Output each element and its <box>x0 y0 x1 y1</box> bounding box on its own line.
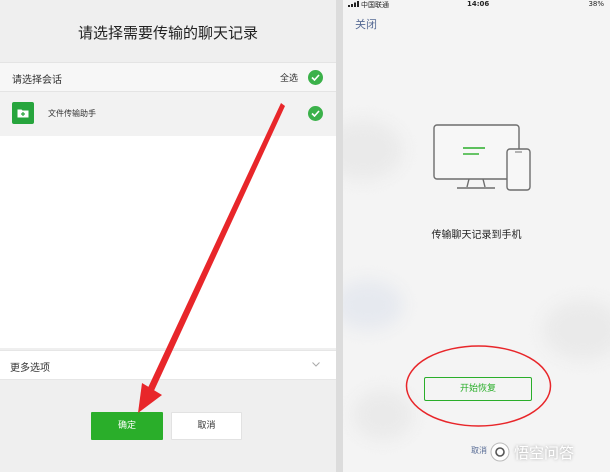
more-options-row[interactable]: 更多选项 <box>0 350 336 380</box>
background-blur <box>343 280 403 330</box>
signal-icon <box>348 1 359 7</box>
background-blur <box>543 300 610 360</box>
section-header: 请选择会话 全选 <box>0 62 336 92</box>
more-options-label: 更多选项 <box>10 363 50 374</box>
transfer-description: 传输聊天记录到手机 <box>431 230 522 241</box>
background-blur <box>343 120 403 180</box>
section-label: 请选择会话 <box>12 75 62 86</box>
carrier-name: 中国联通 <box>361 1 389 9</box>
computer-phone-icon <box>433 124 531 191</box>
folder-icon <box>12 102 34 124</box>
chevron-down-icon <box>312 362 320 367</box>
watermark-text: 悟空问答 <box>514 444 575 462</box>
phone-screen: 中国联通 14:06 38% 关闭 传输聊天记录到手机 开始恢复 取消 <box>343 0 610 472</box>
confirm-button[interactable]: 确定 <box>91 412 163 440</box>
chat-name: 文件传输助手 <box>48 109 96 118</box>
cancel-link[interactable]: 取消 <box>471 445 487 456</box>
panel-divider <box>336 0 343 472</box>
close-link[interactable]: 关闭 <box>355 16 377 32</box>
chat-checkbox[interactable] <box>308 106 323 121</box>
chat-list: 文件传输助手 <box>0 92 336 348</box>
cancel-button[interactable]: 取消 <box>171 412 242 440</box>
chat-row[interactable]: 文件传输助手 <box>0 92 336 136</box>
dialog-title: 请选择需要传输的聊天记录 <box>77 24 258 42</box>
watermark-logo-icon <box>490 442 510 462</box>
battery-level: 38% <box>588 0 604 8</box>
status-time: 14:06 <box>467 0 490 8</box>
status-bar: 中国联通 14:06 38% <box>343 0 610 10</box>
select-all-checkbox[interactable] <box>308 70 323 85</box>
start-restore-button[interactable]: 开始恢复 <box>424 377 532 401</box>
chat-selection-dialog: 请选择需要传输的聊天记录 请选择会话 全选 文件传输助手 更多选项 确定 取消 <box>0 0 336 472</box>
select-all-label[interactable]: 全选 <box>280 71 298 84</box>
